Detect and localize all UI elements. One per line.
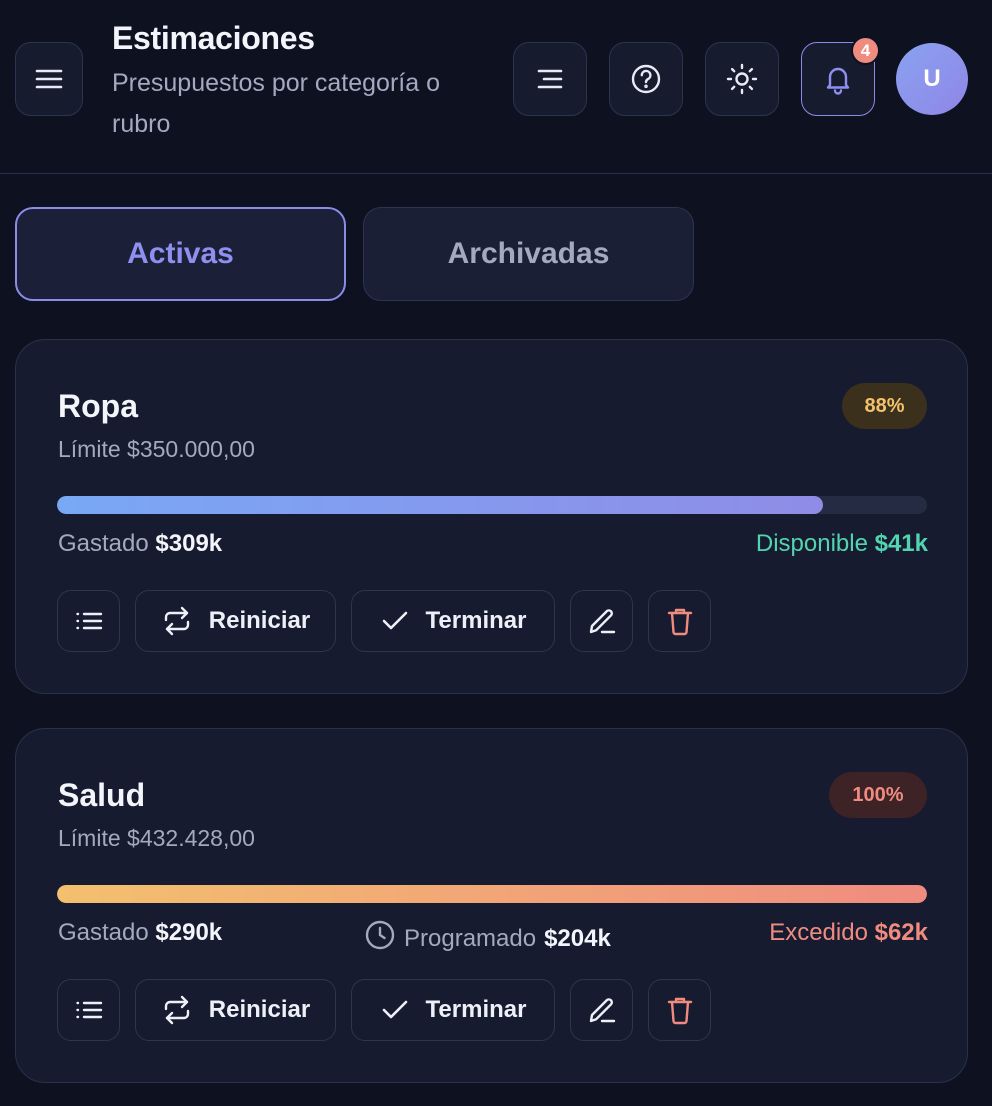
help-button[interactable] <box>609 42 683 116</box>
tab-archivadas[interactable]: Archivadas <box>363 207 694 301</box>
spent-value: $309k <box>155 530 223 557</box>
stats-row: Gastado $309k Disponible $41k <box>58 530 928 564</box>
estimate-card: Ropa Límite $350.000,00 88% Gastado $309… <box>15 339 968 694</box>
finish-button[interactable]: Terminar <box>351 590 555 652</box>
theme-toggle-button[interactable] <box>705 42 779 116</box>
sort-button[interactable] <box>513 42 587 116</box>
available-value: $41k <box>874 530 928 557</box>
stats-row: Gastado $290k Programado $204k Excedido … <box>58 919 928 953</box>
finish-button[interactable]: Terminar <box>351 979 555 1041</box>
exceeded-value: $62k <box>874 919 928 946</box>
estimate-name: Salud <box>58 777 146 813</box>
help-icon <box>629 62 663 96</box>
scheduled-value: $204k <box>544 924 611 952</box>
estimate-limit: Límite $350.000,00 <box>58 436 255 462</box>
delete-button[interactable] <box>648 979 711 1041</box>
repeat-icon <box>161 605 193 637</box>
trash-icon <box>664 605 696 637</box>
scheduled-label: Programado <box>404 924 537 952</box>
spent-label: Gastado <box>58 530 149 557</box>
reset-label: Reiniciar <box>208 607 311 634</box>
scheduled-stat: Programado $204k <box>364 919 611 958</box>
pencil-icon <box>585 993 619 1027</box>
estimate-limit: Límite $432.428,00 <box>58 825 255 851</box>
estimate-card: Salud Límite $432.428,00 100% Gastado $2… <box>15 728 968 1083</box>
progress-fill <box>57 885 927 903</box>
page-title: Estimaciones <box>112 20 315 56</box>
user-avatar[interactable]: U <box>896 43 968 115</box>
clock-icon <box>364 919 404 958</box>
estimates-page: Estimaciones Presupuestos por categoría … <box>0 0 992 1106</box>
check-icon <box>380 995 410 1025</box>
app-header: Estimaciones Presupuestos por categoría … <box>0 0 992 174</box>
exceeded-label: Excedido <box>769 919 868 946</box>
details-button[interactable] <box>57 979 120 1041</box>
reset-label: Reiniciar <box>208 996 311 1023</box>
repeat-icon <box>161 994 193 1026</box>
finish-label: Terminar <box>425 996 527 1023</box>
delete-button[interactable] <box>648 590 711 652</box>
menu-icon <box>33 63 65 95</box>
edit-button[interactable] <box>570 590 633 652</box>
bell-icon <box>821 62 855 96</box>
trash-icon <box>664 994 696 1026</box>
reset-button[interactable]: Reiniciar <box>135 979 336 1041</box>
progress-track <box>57 496 927 514</box>
percent-badge: 100% <box>829 772 927 818</box>
reset-button[interactable]: Reiniciar <box>135 590 336 652</box>
available-stat: Disponible $41k <box>756 530 928 558</box>
estimate-name: Ropa <box>58 388 138 424</box>
pencil-icon <box>585 604 619 638</box>
list-align-icon <box>534 63 566 95</box>
sun-icon <box>725 62 759 96</box>
page-subtitle: Presupuestos por categoría o rubro <box>112 69 440 138</box>
list-icon <box>73 994 105 1026</box>
title-block: Estimaciones Presupuestos por categoría … <box>112 18 492 145</box>
menu-button[interactable] <box>15 42 83 116</box>
spent-stat: Gastado $290k <box>58 919 222 947</box>
exceeded-stat: Excedido $62k <box>769 919 928 947</box>
spent-label: Gastado <box>58 919 149 946</box>
spent-value: $290k <box>155 919 223 946</box>
tab-activas[interactable]: Activas <box>15 207 346 301</box>
available-label: Disponible <box>755 530 868 557</box>
notification-count-badge: 4 <box>851 36 880 65</box>
spent-stat: Gastado $309k <box>58 530 222 558</box>
check-icon <box>380 606 410 636</box>
progress-fill <box>57 496 823 514</box>
percent-badge: 88% <box>842 383 927 429</box>
finish-label: Terminar <box>425 607 527 634</box>
list-icon <box>73 605 105 637</box>
progress-track <box>57 885 927 903</box>
details-button[interactable] <box>57 590 120 652</box>
edit-button[interactable] <box>570 979 633 1041</box>
